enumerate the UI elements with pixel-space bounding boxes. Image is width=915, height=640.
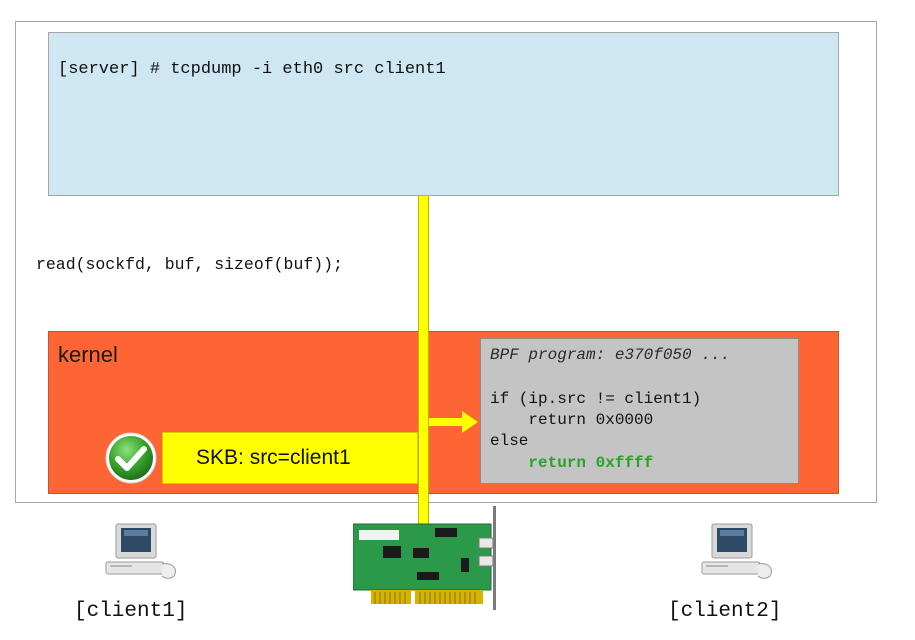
userspace-box (48, 32, 839, 196)
bpf-arrow-shaft (429, 418, 463, 426)
client1-computer-icon (105, 523, 176, 579)
packet-path-pipe (418, 196, 429, 528)
tcpdump-command: [server] # tcpdump -i eth0 src client1 (58, 60, 446, 79)
read-syscall-label: read(sockfd, buf, sizeof(buf)); (36, 255, 343, 274)
bpf-line-else: else (490, 432, 529, 450)
kernel-label: kernel (58, 342, 118, 367)
skb-label: SKB: src=client1 (196, 446, 351, 469)
bpf-program-title: BPF program: e370f050 ... (490, 346, 731, 364)
green-checkmark-icon (105, 432, 157, 484)
client2-label: [client2] (668, 600, 782, 623)
client2-computer-icon (701, 523, 772, 579)
bpf-arrow-head (462, 411, 478, 433)
bpf-line-if: if (ip.src != client1) (490, 390, 702, 408)
client1-label: [client1] (74, 600, 188, 623)
bpf-line-return-accept: return 0xffff (490, 454, 654, 472)
bpf-line-return-reject: return 0x0000 (490, 411, 654, 429)
network-interface-card-icon (353, 506, 496, 610)
